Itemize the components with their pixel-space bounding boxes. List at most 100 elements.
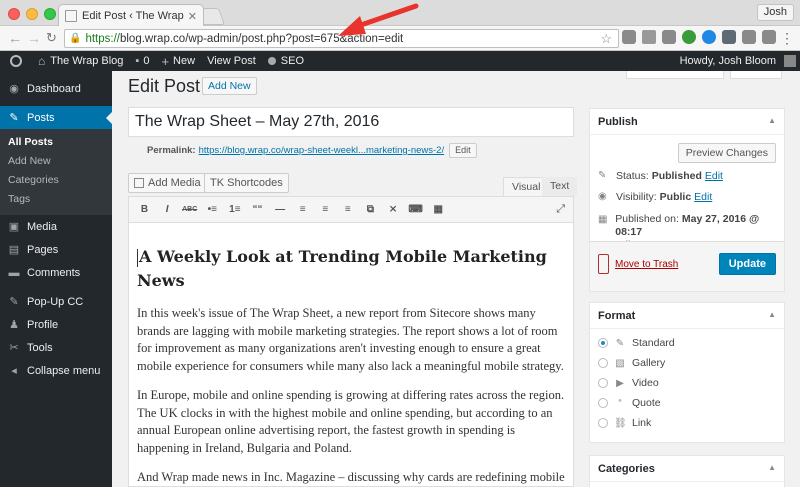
sidebar-item-pages[interactable]: ▤ Pages <box>0 238 112 261</box>
tab-text[interactable]: Text <box>542 177 578 196</box>
permalink-link[interactable]: https://blog.wrap.co/wrap-sheet-weekl...… <box>199 145 445 156</box>
wordpress-logo-icon[interactable] <box>0 51 32 71</box>
annotation-arrow <box>338 3 419 36</box>
format-option-quote[interactable]: “ Quote <box>598 397 661 409</box>
post-title-input[interactable]: The Wrap Sheet – May 27th, 2016 <box>128 107 574 137</box>
edit-status-link[interactable]: Edit <box>705 170 723 182</box>
posts-submenu: All Posts Add New Categories Tags <box>0 129 112 215</box>
back-arrow-icon[interactable]: ← <box>8 30 22 46</box>
help-tab[interactable] <box>730 71 782 79</box>
align-right-icon[interactable]: ≡ <box>338 204 357 215</box>
submenu-tags[interactable]: Tags <box>0 191 112 210</box>
video-icon: ▶ <box>616 377 624 389</box>
content-paragraph: In this week's issue of The Wrap Sheet, … <box>137 306 564 373</box>
update-button[interactable]: Update <box>718 253 776 275</box>
site-name-link[interactable]: ⌂ The Wrap Blog <box>32 51 129 71</box>
comments-link[interactable]: ▪ 0 <box>129 51 155 71</box>
bookmark-star-icon[interactable]: ☆ <box>600 31 612 47</box>
sidebar-item-comments[interactable]: ▬ Comments <box>0 261 112 284</box>
close-icon[interactable]: ✕ <box>188 10 197 23</box>
bold-icon[interactable]: B <box>135 204 154 215</box>
browser-tab[interactable]: Edit Post ‹ The Wrap Blog ✕ <box>58 4 204 27</box>
format-option-link[interactable]: ⛓ Link <box>598 417 651 429</box>
browser-menu-icon[interactable]: ⋮ <box>780 30 794 47</box>
radio-button[interactable] <box>598 418 608 428</box>
seo-link[interactable]: SEO <box>262 51 310 71</box>
profile-button[interactable]: Josh <box>756 4 794 21</box>
cast-icon[interactable] <box>662 30 676 44</box>
howdy-user-link[interactable]: Howdy, Josh Bloom <box>674 51 782 71</box>
sidebar-item-popup-cc[interactable]: ✎ Pop-Up CC <box>0 290 112 313</box>
new-content-link[interactable]: + New <box>155 51 201 71</box>
numbered-list-icon[interactable]: 1≡ <box>225 204 244 215</box>
format-option-standard[interactable]: ✎ Standard <box>598 337 675 349</box>
sidebar-item-tools[interactable]: ✂ Tools <box>0 336 112 359</box>
extension-icon[interactable] <box>682 30 696 44</box>
extension-icon[interactable] <box>742 30 756 44</box>
pages-icon: ▤ <box>8 244 20 256</box>
format-option-video[interactable]: ▶ Video <box>598 377 659 389</box>
strikethrough-icon[interactable]: ABC <box>180 206 199 213</box>
fullscreen-icon[interactable]: ⤢ <box>556 203 565 216</box>
collapse-triangle-icon[interactable]: ▲ <box>768 310 776 319</box>
radio-button[interactable] <box>598 358 608 368</box>
mail-icon[interactable] <box>762 30 776 44</box>
format-box-header[interactable]: Format ▲ <box>590 303 784 329</box>
preview-changes-button[interactable]: Preview Changes <box>677 143 776 163</box>
horizontal-line-icon[interactable]: — <box>271 204 290 215</box>
annotation-arrow-shaft <box>355 3 419 29</box>
collapse-triangle-icon[interactable]: ▲ <box>768 463 776 472</box>
categories-box-header[interactable]: Categories ▲ <box>590 456 784 482</box>
sidebar-item-dashboard[interactable]: ◉ Dashboard <box>0 77 112 100</box>
submenu-add-new[interactable]: Add New <box>0 153 112 172</box>
tk-shortcodes-button[interactable]: TK Shortcodes <box>204 173 289 193</box>
sidebar-item-profile[interactable]: ♟ Profile <box>0 313 112 336</box>
remove-link-icon[interactable]: ⨯ <box>384 204 403 215</box>
publish-box-header[interactable]: Publish ▲ <box>590 109 784 135</box>
italic-icon[interactable]: I <box>158 204 177 215</box>
radio-button[interactable] <box>598 398 608 408</box>
minimize-window-button[interactable] <box>26 8 38 20</box>
insert-link-icon[interactable]: ⧉ <box>361 204 380 215</box>
edit-visibility-link[interactable]: Edit <box>694 191 712 203</box>
view-post-link[interactable]: View Post <box>201 51 262 71</box>
post-content-editor[interactable]: B I ABC •≡ 1≡ ““ — ≡ ≡ ≡ ⧉ ⨯ ⌨ ▦ ⤢ A Wee… <box>128 196 574 487</box>
collapse-triangle-icon[interactable]: ▲ <box>768 116 776 125</box>
radio-button[interactable] <box>598 338 608 348</box>
editor-content[interactable]: A Weekly Look at Trending Mobile Marketi… <box>129 223 573 486</box>
move-to-trash-link[interactable]: Move to Trash <box>615 259 678 270</box>
camera-icon[interactable] <box>642 30 656 44</box>
text-cursor <box>137 248 138 267</box>
submenu-all-posts[interactable]: All Posts <box>0 134 112 153</box>
radio-button[interactable] <box>598 378 608 388</box>
link-icon: ⛓ <box>614 417 627 429</box>
bulleted-list-icon[interactable]: •≡ <box>203 204 222 215</box>
submenu-categories[interactable]: Categories <box>0 172 112 191</box>
screen-options-tab[interactable] <box>626 71 724 79</box>
forward-arrow-icon[interactable]: → <box>27 30 41 46</box>
add-new-button[interactable]: Add New <box>202 77 257 95</box>
reload-icon[interactable]: ↻ <box>46 30 57 46</box>
extension-icon[interactable] <box>702 30 716 44</box>
avatar[interactable] <box>784 55 796 67</box>
permalink-label: Permalink: <box>147 145 196 156</box>
extension-icons <box>622 30 776 44</box>
sidebar-item-posts[interactable]: ✎ Posts <box>0 106 112 129</box>
camera-icon[interactable] <box>622 30 636 44</box>
sidebar-item-collapse[interactable]: ◂ Collapse menu <box>0 359 112 382</box>
permalink-edit-button[interactable]: Edit <box>449 143 477 158</box>
sidebar-item-media[interactable]: ▣ Media <box>0 215 112 238</box>
align-center-icon[interactable]: ≡ <box>316 204 335 215</box>
eye-icon: ◉ <box>598 191 607 202</box>
post-status-row: ✎ Status: Published Edit <box>598 170 723 182</box>
add-media-button[interactable]: Add Media <box>128 173 207 193</box>
close-window-button[interactable] <box>8 8 20 20</box>
read-more-icon[interactable]: ⌨ <box>406 204 425 215</box>
pin-icon: ✎ <box>9 112 19 124</box>
align-left-icon[interactable]: ≡ <box>293 204 312 215</box>
format-option-gallery[interactable]: ▧ Gallery <box>598 357 665 369</box>
zoom-window-button[interactable] <box>44 8 56 20</box>
extension-icon[interactable] <box>722 30 736 44</box>
blockquote-icon[interactable]: ““ <box>248 204 267 215</box>
toolbar-toggle-icon[interactable]: ▦ <box>429 204 448 215</box>
